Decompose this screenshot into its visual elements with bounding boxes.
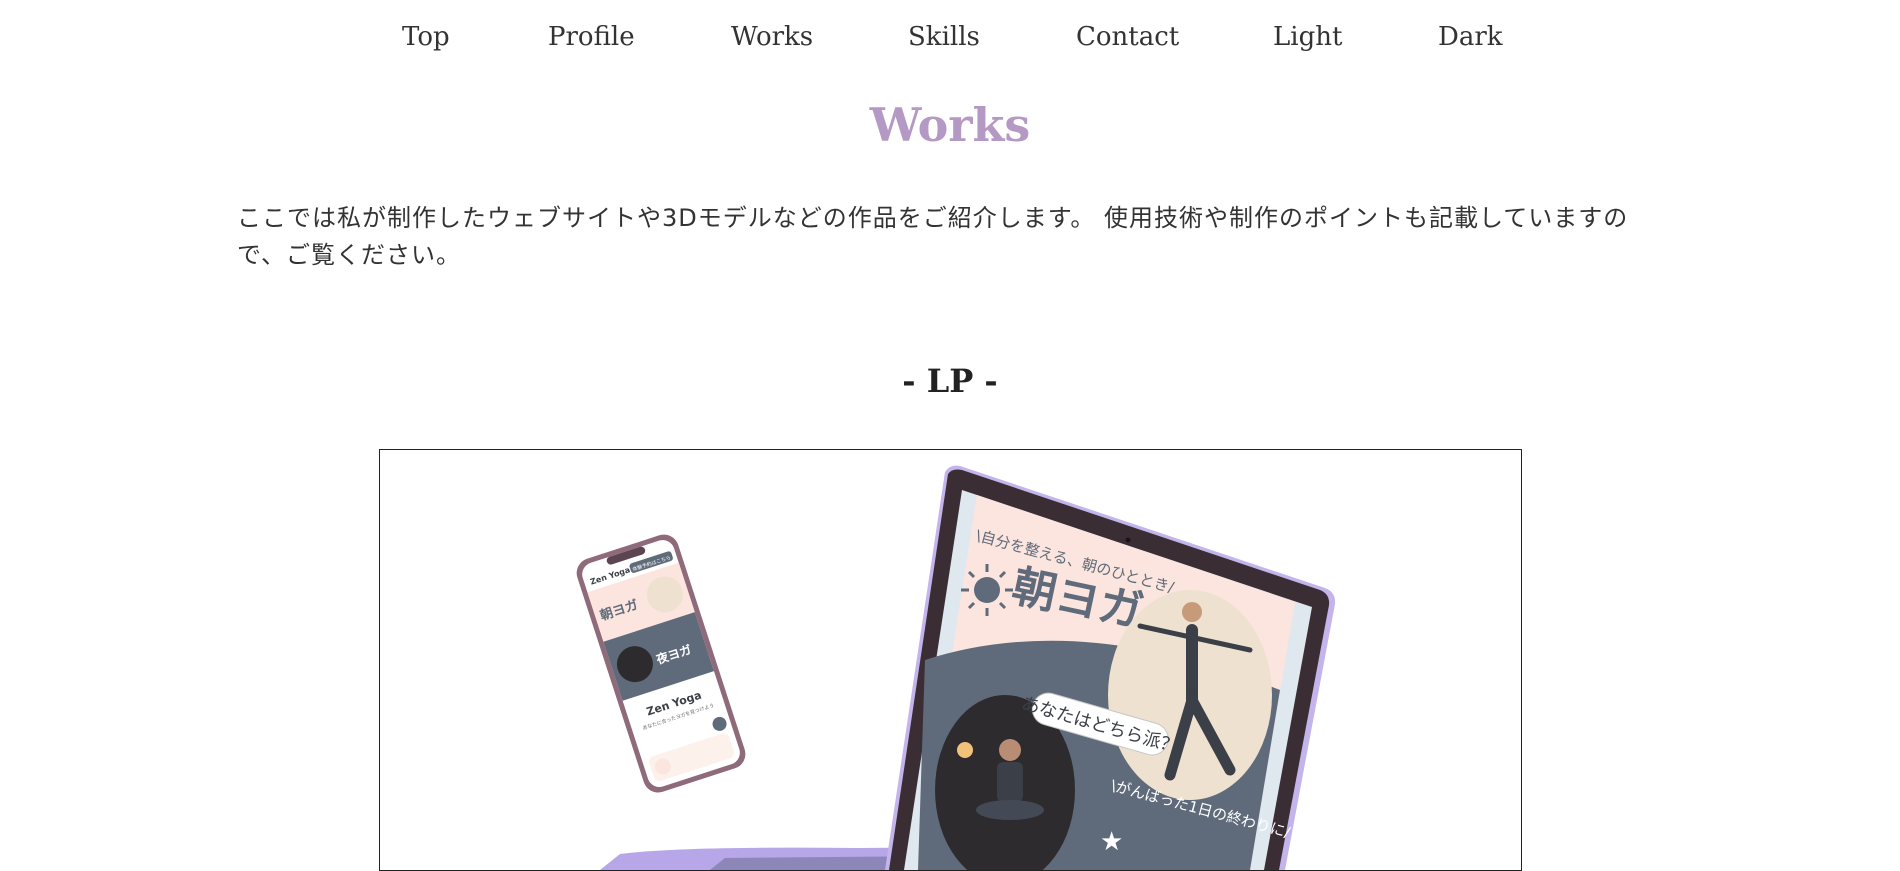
- lp-mockup-illustration: \自分を整える、朝のひととき/ 朝ヨガ あなたはどちら派？ \がんばった1日の終…: [576, 465, 1336, 870]
- nav-works[interactable]: Works: [731, 22, 813, 52]
- lp-showcase-image[interactable]: \自分を整える、朝のひととき/ 朝ヨガ あなたはどちら派？ \がんばった1日の終…: [379, 449, 1522, 871]
- nav-light-theme[interactable]: Light: [1273, 22, 1342, 52]
- phone-mockup: Zen Yoga 体験予約はこちら 朝ヨガ 夜ヨガ Zen Yoga あなたに合…: [576, 534, 746, 793]
- star-icon: ★: [1100, 827, 1123, 857]
- main-nav: Top Profile Works Skills Contact Light D…: [0, 22, 1900, 68]
- works-intro-text: ここでは私が制作したウェブサイトや3Dモデルなどの作品をご紹介します。 使用技術…: [237, 204, 1629, 269]
- nav-top[interactable]: Top: [402, 22, 450, 52]
- page-title: Works: [869, 98, 1031, 152]
- nav-dark-theme[interactable]: Dark: [1438, 22, 1503, 52]
- nav-profile[interactable]: Profile: [548, 22, 635, 52]
- nav-contact[interactable]: Contact: [1076, 22, 1179, 52]
- nav-skills[interactable]: Skills: [908, 22, 980, 52]
- laptop-camera: [1125, 537, 1131, 543]
- lamp-light: [957, 742, 973, 758]
- section-title-lp: - LP -: [902, 362, 998, 400]
